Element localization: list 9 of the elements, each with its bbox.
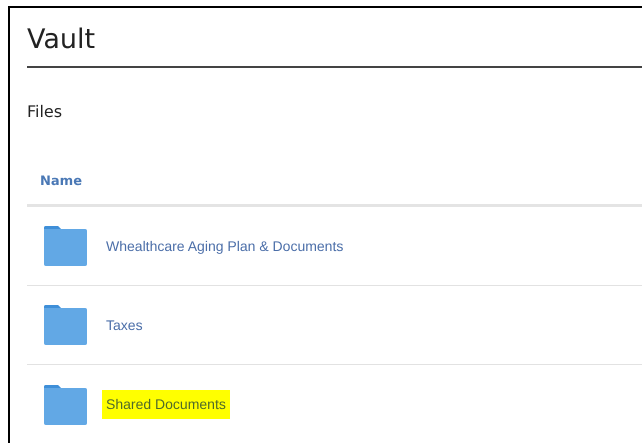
column-header[interactable]: Name (40, 174, 82, 189)
folder-link[interactable]: Taxes (106, 314, 143, 336)
folder-icon (42, 305, 88, 345)
folder-icon (42, 226, 88, 266)
folder-link[interactable]: Shared Documents (102, 390, 230, 419)
section-title: Files (27, 102, 62, 121)
page-title: Vault (27, 24, 96, 55)
folder-link[interactable]: Whealthcare Aging Plan & Documents (106, 236, 344, 256)
folder-icon (42, 384, 88, 424)
